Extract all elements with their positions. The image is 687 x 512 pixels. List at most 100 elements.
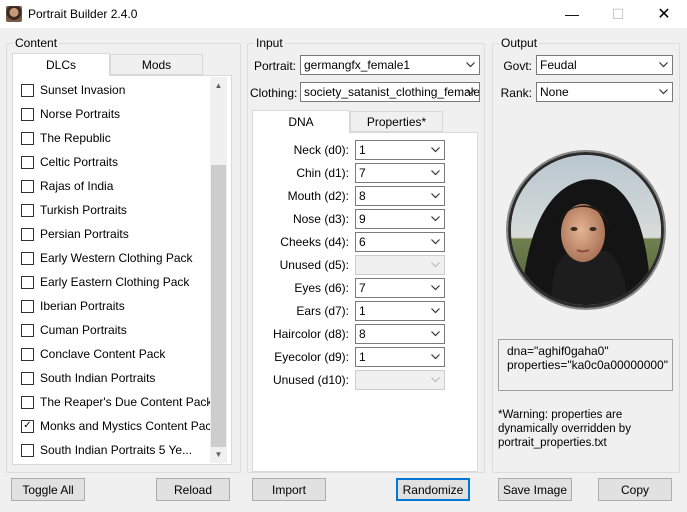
dna-select[interactable]: 1 [355, 301, 445, 321]
scroll-thumb[interactable] [211, 165, 226, 447]
dlc-item-label: Early Eastern Clothing Pack [40, 275, 190, 289]
dna-select-value: 1 [359, 350, 366, 364]
portrait-select[interactable]: germangfx_female1 [300, 55, 480, 75]
dlc-item-label: South Indian Portraits 5 Ye... [40, 443, 193, 457]
import-button[interactable]: Import [252, 478, 326, 501]
dlc-item-label: South Indian Portraits [40, 371, 156, 385]
dlc-checkbox[interactable] [21, 251, 34, 265]
dna-select[interactable]: 1 [355, 347, 445, 367]
dna-select[interactable]: 8 [355, 186, 445, 206]
window-title: Portrait Builder 2.4.0 [28, 7, 138, 21]
chevron-down-icon [427, 348, 444, 366]
dlc-item[interactable]: South Indian Portraits [21, 368, 155, 388]
clothing-select-value: society_satanist_clothing_female [304, 85, 480, 99]
dlc-checkbox[interactable] [21, 107, 34, 121]
clothing-select[interactable]: society_satanist_clothing_female [300, 82, 480, 102]
scroll-down-arrow[interactable]: ▼ [210, 446, 227, 463]
dlc-item[interactable]: Conclave Content Pack [21, 344, 165, 364]
dlc-item-label: Conclave Content Pack [40, 347, 166, 361]
dna-select [355, 255, 445, 275]
dlc-item[interactable]: Celtic Portraits [21, 152, 118, 172]
dna-select-value: 1 [359, 304, 366, 318]
warning-text: *Warning: properties are dynamically ove… [498, 409, 631, 449]
tab-dlcs[interactable]: DLCs [12, 53, 110, 76]
dlc-checkbox[interactable] [21, 299, 34, 313]
dlc-checkbox[interactable]: ✓ [21, 419, 34, 433]
dlc-item[interactable]: Persian Portraits [21, 224, 129, 244]
dlc-scrollbar[interactable]: ▲ ▼ [210, 77, 227, 463]
dlc-item[interactable]: Iberian Portraits [21, 296, 125, 316]
dlc-item[interactable]: Early Eastern Clothing Pack [21, 272, 189, 292]
govt-select-value: Feudal [540, 58, 577, 72]
chevron-down-icon [462, 56, 479, 74]
dlc-checkbox[interactable] [21, 275, 34, 289]
dlc-item[interactable]: Norse Portraits [21, 104, 120, 124]
toggle-all-button[interactable]: Toggle All [11, 478, 85, 501]
chevron-down-icon [427, 279, 444, 297]
dlc-checkbox[interactable] [21, 203, 34, 217]
chevron-down-icon [427, 164, 444, 182]
dlc-checkbox[interactable] [21, 179, 34, 193]
portrait-drawing [511, 155, 661, 305]
dlc-item[interactable]: The Republic [21, 128, 111, 148]
dna-select-value: 8 [359, 327, 366, 341]
copy-button[interactable]: Copy [598, 478, 672, 501]
dlc-item[interactable]: Rajas of India [21, 176, 113, 196]
dlc-item[interactable]: South Indian Portraits 5 Ye... [21, 440, 192, 460]
randomize-button[interactable]: Randomize [396, 478, 470, 501]
dna-label: Neck (d0): [293, 143, 349, 157]
tab-mods[interactable]: Mods [110, 54, 203, 75]
content-group-label: Content [13, 36, 60, 50]
dlc-checkbox[interactable] [21, 443, 34, 457]
rank-select[interactable]: None [536, 82, 673, 102]
portrait-label: Portrait: [253, 59, 296, 73]
chevron-down-icon [655, 83, 672, 101]
dlc-checkbox[interactable] [21, 83, 34, 97]
dna-select[interactable]: 1 [355, 140, 445, 160]
dlc-item[interactable]: ✓ Monks and Mystics Content Pack [21, 416, 217, 436]
dna-label: Unused (d10): [272, 373, 349, 387]
rank-select-value: None [540, 85, 569, 99]
dlc-item[interactable]: Cuman Portraits [21, 320, 127, 340]
portrait-select-value: germangfx_female1 [304, 58, 411, 72]
output-code-box[interactable]: dna="aghif0gaha0" properties="ka0c0a0000… [498, 339, 673, 391]
dlc-checkbox[interactable] [21, 347, 34, 361]
dlc-item[interactable]: Sunset Invasion [21, 80, 125, 100]
chevron-down-icon [427, 233, 444, 251]
dlc-checkbox[interactable] [21, 323, 34, 337]
dna-select-value: 7 [359, 281, 366, 295]
tab-dna[interactable]: DNA [252, 110, 350, 133]
dna-label: Nose (d3): [292, 212, 349, 226]
minimize-button[interactable]: — [549, 0, 595, 28]
dlc-item[interactable]: Early Western Clothing Pack [21, 248, 193, 268]
reload-button[interactable]: Reload [156, 478, 230, 501]
dlc-checkbox[interactable] [21, 227, 34, 241]
dna-select[interactable]: 8 [355, 324, 445, 344]
dlc-item-label: Iberian Portraits [40, 299, 125, 313]
dlc-item[interactable]: Turkish Portraits [21, 200, 127, 220]
maximize-button[interactable]: ☐ [595, 0, 641, 28]
dna-label: Cheeks (d4): [280, 235, 349, 249]
dlc-item-label: Sunset Invasion [40, 83, 126, 97]
dna-panel: Neck (d0): 1 Chin (d1): 7 Mouth (d2): 8 Nose (… [252, 132, 478, 472]
dna-select[interactable]: 7 [355, 163, 445, 183]
scroll-up-arrow[interactable]: ▲ [210, 77, 227, 94]
dlc-checkbox[interactable] [21, 155, 34, 169]
title-bar: Portrait Builder 2.4.0 — ☐ ✕ [0, 0, 687, 28]
dlc-item[interactable]: The Reaper's Due Content Pack [21, 392, 212, 412]
dlc-checkbox[interactable] [21, 131, 34, 145]
close-button[interactable]: ✕ [641, 0, 687, 28]
save-image-button[interactable]: Save Image [498, 478, 572, 501]
chevron-down-icon [462, 83, 479, 101]
rank-label: Rank: [500, 86, 532, 100]
dlc-list-panel: Sunset Invasion Norse Portraits The Republ… [12, 75, 232, 465]
govt-select[interactable]: Feudal [536, 55, 673, 75]
dna-select[interactable]: 9 [355, 209, 445, 229]
dlc-checkbox[interactable] [21, 371, 34, 385]
tab-properties[interactable]: Properties* [350, 111, 443, 132]
dlc-item-label: Cuman Portraits [40, 323, 127, 337]
dna-select[interactable]: 6 [355, 232, 445, 252]
dlc-checkbox[interactable] [21, 395, 34, 409]
dlc-item-label: The Reaper's Due Content Pack [40, 395, 213, 409]
dna-select[interactable]: 7 [355, 278, 445, 298]
